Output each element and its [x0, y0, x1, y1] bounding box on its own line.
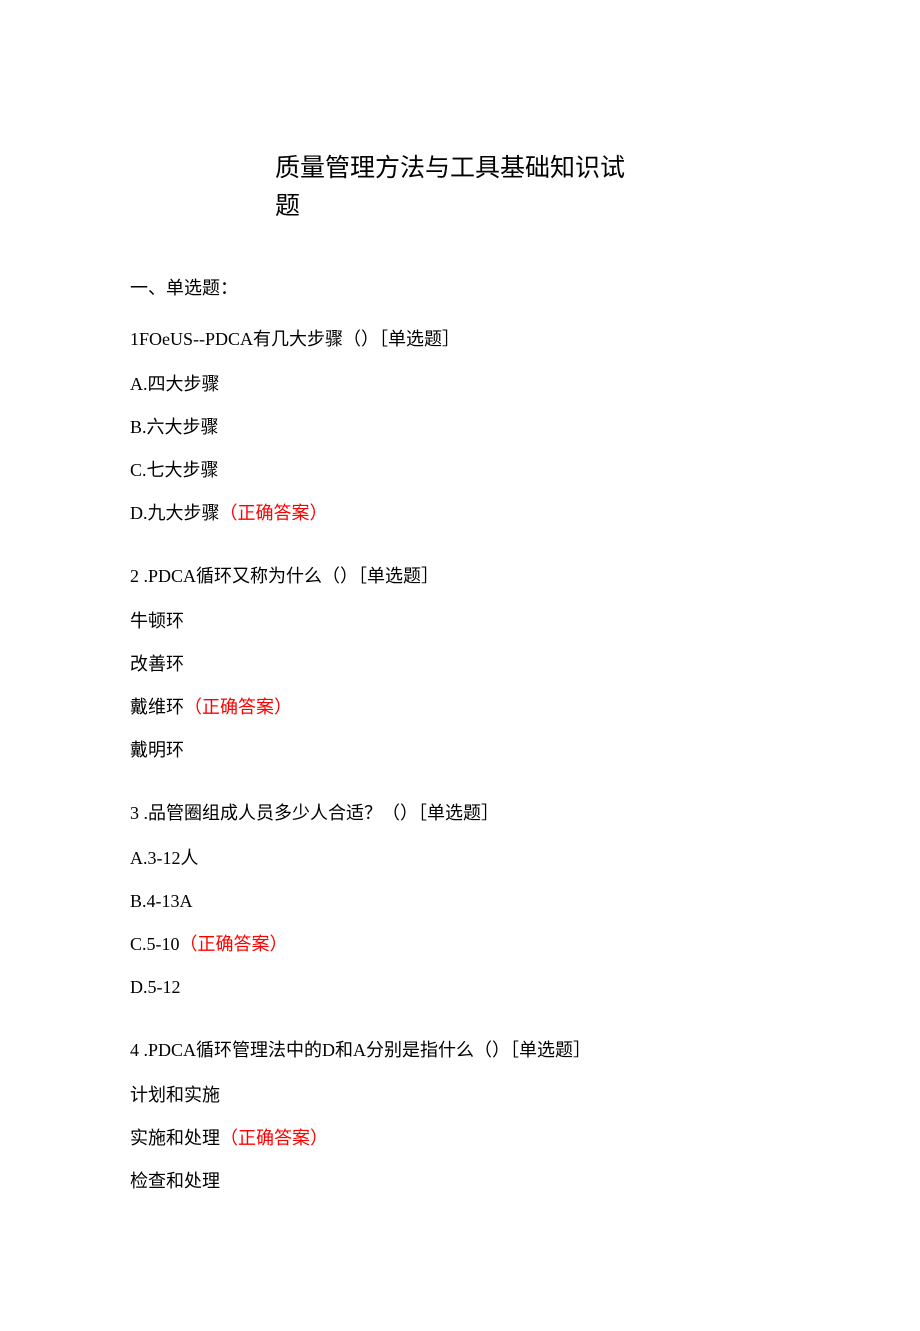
question-block: 4 .PDCA循环管理法中的D和A分别是指什么（）［单选题］ 计划和实施 实施和…: [130, 1037, 800, 1195]
option-text: 戴维环: [130, 697, 184, 717]
option-text: 实施和处理: [130, 1128, 220, 1148]
question-block: 3 .品管圈组成人员多少人合适？（）［单选题］ A.3-12人 B.4-13A …: [130, 800, 800, 1001]
title-line-1: 质量管理方法与工具基础知识试: [275, 150, 635, 188]
option-text: C.5-10: [130, 934, 180, 954]
option: D.5-12: [130, 974, 800, 1001]
option-text: A.3-12人: [130, 848, 199, 868]
option-text: D.九大步骤: [130, 503, 220, 523]
option: 实施和处理（正确答案）: [130, 1125, 800, 1152]
title-line-2: 题: [275, 188, 635, 226]
option-text: 检查和处理: [130, 1171, 220, 1191]
document-page: 质量管理方法与工具基础知识试 题 一、单选题： 1FOeUS--PDCA有几大步…: [0, 0, 920, 1331]
option-text: D.5-12: [130, 977, 181, 997]
question-stem: 2 .PDCA循环又称为什么（）［单选题］: [130, 563, 800, 590]
option: C.5-10（正确答案）: [130, 931, 800, 958]
option-text: 牛顿环: [130, 611, 184, 631]
question-stem: 3 .品管圈组成人员多少人合适？（）［单选题］: [130, 800, 800, 827]
option: 改善环: [130, 651, 800, 678]
option-text: 计划和实施: [130, 1085, 220, 1105]
option: 戴维环（正确答案）: [130, 694, 800, 721]
option: 检查和处理: [130, 1168, 800, 1195]
option-text: A.四大步骤: [130, 374, 220, 394]
question-block: 1FOeUS--PDCA有几大步骤（）［单选题］ A.四大步骤 B.六大步骤 C…: [130, 326, 800, 527]
section-header: 一、单选题：: [130, 275, 800, 302]
option: A.3-12人: [130, 845, 800, 872]
correct-marker: （正确答案）: [180, 934, 288, 954]
option: D.九大步骤（正确答案）: [130, 500, 800, 527]
option-text: B.六大步骤: [130, 417, 219, 437]
correct-marker: （正确答案）: [184, 697, 292, 717]
option-text: C.七大步骤: [130, 460, 219, 480]
option: 戴明环: [130, 737, 800, 764]
option-text: 改善环: [130, 654, 184, 674]
option: B.六大步骤: [130, 414, 800, 441]
option: B.4-13A: [130, 888, 800, 915]
correct-marker: （正确答案）: [220, 503, 328, 523]
correct-marker: （正确答案）: [220, 1128, 328, 1148]
question-stem: 4 .PDCA循环管理法中的D和A分别是指什么（）［单选题］: [130, 1037, 800, 1064]
option: 牛顿环: [130, 608, 800, 635]
option-text: B.4-13A: [130, 891, 193, 911]
question-block: 2 .PDCA循环又称为什么（）［单选题］ 牛顿环 改善环 戴维环（正确答案） …: [130, 563, 800, 764]
option: 计划和实施: [130, 1082, 800, 1109]
option: C.七大步骤: [130, 457, 800, 484]
option: A.四大步骤: [130, 371, 800, 398]
document-title: 质量管理方法与工具基础知识试 题: [275, 150, 635, 225]
question-stem: 1FOeUS--PDCA有几大步骤（）［单选题］: [130, 326, 800, 353]
option-text: 戴明环: [130, 740, 184, 760]
